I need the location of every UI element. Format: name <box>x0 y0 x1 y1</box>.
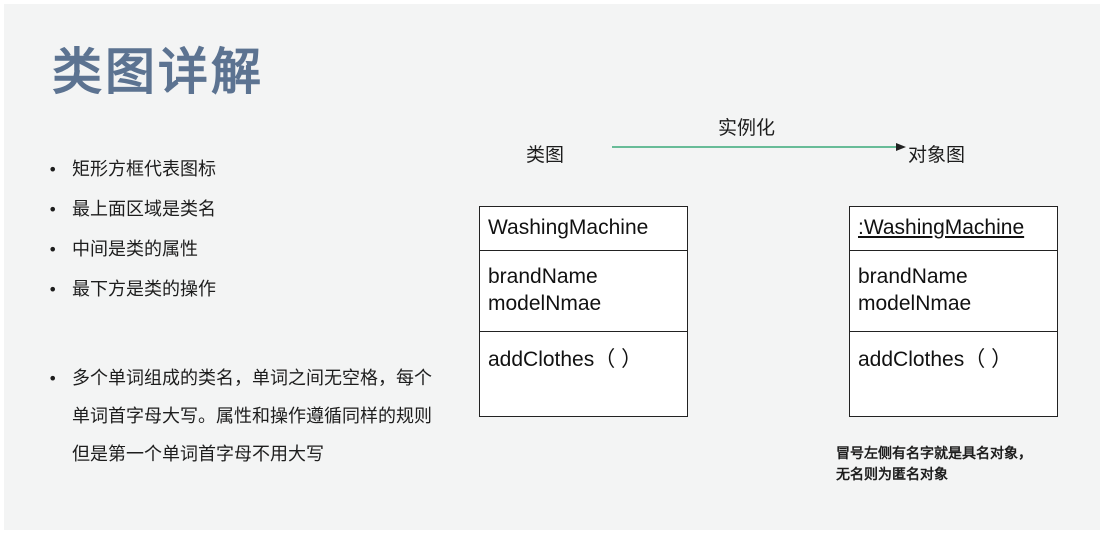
instantiate-arrow <box>612 143 906 151</box>
bullet-item: 中间是类的属性 <box>46 230 216 270</box>
object-operation: addClothes（ ） <box>858 348 1013 371</box>
bullet-item: 最上面区域是类名 <box>46 190 216 230</box>
object-box: :WashingMachine brandName modelNmae addC… <box>849 206 1058 417</box>
bullet-list: 矩形方框代表图标 最上面区域是类名 中间是类的属性 最下方是类的操作 <box>46 150 216 310</box>
object-naming-note: 冒号左侧有名字就是具名对象， 无名则为匿名对象 <box>836 444 1032 486</box>
object-attribute: brandName <box>858 265 968 288</box>
naming-rule-paragraph: 多个单词组成的类名，单词之间无空格，每个单词首字母大写。属性和操作遵循同样的规则… <box>46 360 432 474</box>
bullet-item: 最下方是类的操作 <box>46 270 216 310</box>
bullet-item: 矩形方框代表图标 <box>46 150 216 190</box>
object-name: :WashingMachine <box>850 207 1057 251</box>
class-box: WashingMachine brandName modelNmae addCl… <box>479 206 688 417</box>
class-attributes: brandName modelNmae <box>480 251 687 332</box>
class-name: WashingMachine <box>480 207 687 251</box>
object-attributes: brandName modelNmae <box>850 251 1057 332</box>
note-line: 无名则为匿名对象 <box>836 467 948 483</box>
object-operations: addClothes（ ） <box>850 332 1057 416</box>
class-diagram-label: 类图 <box>526 144 565 166</box>
class-operations: addClothes（ ） <box>480 332 687 416</box>
object-attribute: modelNmae <box>858 292 972 315</box>
class-attribute: modelNmae <box>488 292 602 315</box>
slide: 类图详解 矩形方框代表图标 最上面区域是类名 中间是类的属性 最下方是类的操作 … <box>4 4 1100 530</box>
object-name-text: :WashingMachine <box>858 216 1025 239</box>
class-attribute: brandName <box>488 265 598 288</box>
note-line: 冒号左侧有名字就是具名对象， <box>836 446 1032 462</box>
class-operation: addClothes（ ） <box>488 348 643 371</box>
instantiate-label: 实例化 <box>718 117 776 139</box>
slide-title: 类图详解 <box>52 43 264 101</box>
arrow-head <box>896 143 906 151</box>
object-diagram-label: 对象图 <box>908 144 966 166</box>
